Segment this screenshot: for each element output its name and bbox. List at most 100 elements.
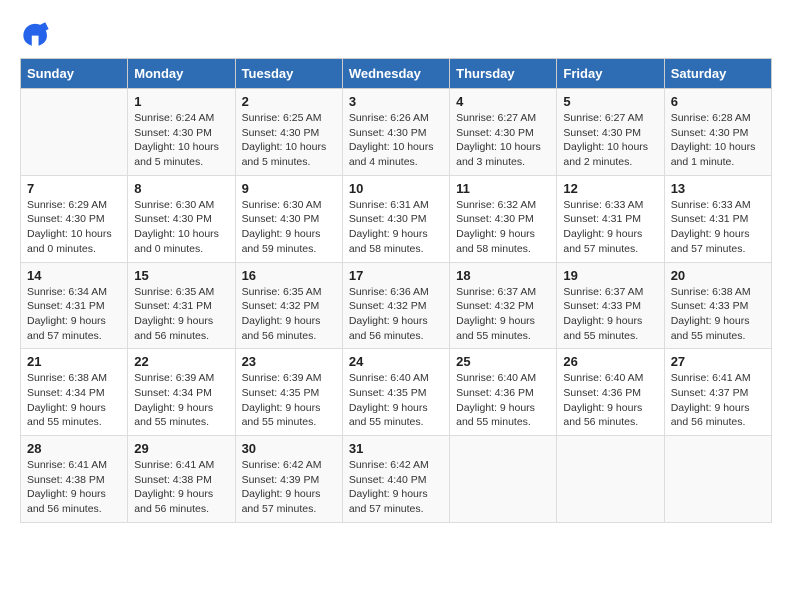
day-cell: 18Sunrise: 6:37 AM Sunset: 4:32 PM Dayli… [450,262,557,349]
day-info: Sunrise: 6:30 AM Sunset: 4:30 PM Dayligh… [134,198,228,257]
day-number: 24 [349,354,443,369]
day-cell: 26Sunrise: 6:40 AM Sunset: 4:36 PM Dayli… [557,349,664,436]
day-cell: 1 Sunrise: 6:24 AM Sunset: 4:30 PM Daylig… [128,89,235,176]
day-number: 20 [671,268,765,283]
header-day-saturday: Saturday [664,59,771,89]
day-info: Sunrise: 6:40 AM Sunset: 4:35 PM Dayligh… [349,371,443,430]
calendar-header: SundayMondayTuesdayWednesdayThursdayFrid… [21,59,772,89]
day-info: Sunrise: 6:40 AM Sunset: 4:36 PM Dayligh… [456,371,550,430]
day-cell: 15 Sunrise: 6:35 AM Sunset: 4:31 PM Dayli… [128,262,235,349]
day-cell: 30 Sunrise: 6:42 AM Sunset: 4:39 PM Dayli… [235,436,342,523]
day-cell: 6Sunrise: 6:28 AM Sunset: 4:30 PM Daylig… [664,89,771,176]
day-number: 13 [671,181,765,196]
logo [20,20,56,48]
day-number: 15 [134,268,228,283]
day-info: Sunrise: 6:36 AM Sunset: 4:32 PM Dayligh… [349,285,443,344]
day-cell: 4Sunrise: 6:27 AM Sunset: 4:30 PM Daylig… [450,89,557,176]
day-number: 8 [134,181,228,196]
day-number: 22 [134,354,228,369]
day-cell: 5Sunrise: 6:27 AM Sunset: 4:30 PM Daylig… [557,89,664,176]
day-number: 25 [456,354,550,369]
day-info: Sunrise: 6:33 AM Sunset: 4:31 PM Dayligh… [671,198,765,257]
day-cell: 10Sunrise: 6:31 AM Sunset: 4:30 PM Dayli… [342,175,449,262]
day-cell [450,436,557,523]
day-number: 16 [242,268,336,283]
day-number: 1 [134,94,228,109]
header-day-thursday: Thursday [450,59,557,89]
day-info: Sunrise: 6:32 AM Sunset: 4:30 PM Dayligh… [456,198,550,257]
day-cell: 3 Sunrise: 6:26 AM Sunset: 4:30 PM Daylig… [342,89,449,176]
week-row-2: 7 Sunrise: 6:29 AM Sunset: 4:30 PM Daylig… [21,175,772,262]
week-row-5: 28 Sunrise: 6:41 AM Sunset: 4:38 PM Dayli… [21,436,772,523]
day-info: Sunrise: 6:27 AM Sunset: 4:30 PM Dayligh… [563,111,657,170]
day-cell: 7 Sunrise: 6:29 AM Sunset: 4:30 PM Daylig… [21,175,128,262]
day-number: 29 [134,441,228,456]
day-cell: 9 Sunrise: 6:30 AM Sunset: 4:30 PM Daylig… [235,175,342,262]
day-info: Sunrise: 6:41 AM Sunset: 4:37 PM Dayligh… [671,371,765,430]
day-number: 28 [27,441,121,456]
day-cell: 23 Sunrise: 6:39 AM Sunset: 4:35 PM Dayli… [235,349,342,436]
day-cell: 2 Sunrise: 6:25 AM Sunset: 4:30 PM Daylig… [235,89,342,176]
day-info: Sunrise: 6:24 AM Sunset: 4:30 PM Dayligh… [134,111,228,170]
day-number: 14 [27,268,121,283]
day-number: 7 [27,181,121,196]
day-info: Sunrise: 6:35 AM Sunset: 4:32 PM Dayligh… [242,285,336,344]
header-day-sunday: Sunday [21,59,128,89]
day-info: Sunrise: 6:41 AM Sunset: 4:38 PM Dayligh… [27,458,121,517]
day-cell: 20 Sunrise: 6:38 AM Sunset: 4:33 PM Dayli… [664,262,771,349]
day-number: 19 [563,268,657,283]
week-row-4: 21Sunrise: 6:38 AM Sunset: 4:34 PM Dayli… [21,349,772,436]
day-cell [21,89,128,176]
day-cell: 27 Sunrise: 6:41 AM Sunset: 4:37 PM Dayli… [664,349,771,436]
day-info: Sunrise: 6:27 AM Sunset: 4:30 PM Dayligh… [456,111,550,170]
day-info: Sunrise: 6:39 AM Sunset: 4:35 PM Dayligh… [242,371,336,430]
day-cell: 29 Sunrise: 6:41 AM Sunset: 4:38 PM Dayli… [128,436,235,523]
page-header [20,20,772,48]
day-number: 3 [349,94,443,109]
day-number: 9 [242,181,336,196]
day-number: 30 [242,441,336,456]
day-number: 6 [671,94,765,109]
week-row-1: 1 Sunrise: 6:24 AM Sunset: 4:30 PM Daylig… [21,89,772,176]
day-info: Sunrise: 6:38 AM Sunset: 4:33 PM Dayligh… [671,285,765,344]
day-cell: 16 Sunrise: 6:35 AM Sunset: 4:32 PM Dayli… [235,262,342,349]
calendar-body: 1 Sunrise: 6:24 AM Sunset: 4:30 PM Daylig… [21,89,772,523]
day-info: Sunrise: 6:39 AM Sunset: 4:34 PM Dayligh… [134,371,228,430]
day-info: Sunrise: 6:31 AM Sunset: 4:30 PM Dayligh… [349,198,443,257]
day-cell: 19 Sunrise: 6:37 AM Sunset: 4:33 PM Dayli… [557,262,664,349]
day-info: Sunrise: 6:42 AM Sunset: 4:40 PM Dayligh… [349,458,443,517]
day-number: 26 [563,354,657,369]
header-day-monday: Monday [128,59,235,89]
day-info: Sunrise: 6:37 AM Sunset: 4:33 PM Dayligh… [563,285,657,344]
day-cell [664,436,771,523]
day-info: Sunrise: 6:42 AM Sunset: 4:39 PM Dayligh… [242,458,336,517]
day-number: 21 [27,354,121,369]
day-cell: 31 Sunrise: 6:42 AM Sunset: 4:40 PM Dayli… [342,436,449,523]
day-number: 31 [349,441,443,456]
day-info: Sunrise: 6:26 AM Sunset: 4:30 PM Dayligh… [349,111,443,170]
day-cell: 12Sunrise: 6:33 AM Sunset: 4:31 PM Dayli… [557,175,664,262]
day-info: Sunrise: 6:35 AM Sunset: 4:31 PM Dayligh… [134,285,228,344]
day-cell [557,436,664,523]
day-cell: 25 Sunrise: 6:40 AM Sunset: 4:36 PM Dayli… [450,349,557,436]
day-info: Sunrise: 6:41 AM Sunset: 4:38 PM Dayligh… [134,458,228,517]
day-info: Sunrise: 6:30 AM Sunset: 4:30 PM Dayligh… [242,198,336,257]
day-cell: 8 Sunrise: 6:30 AM Sunset: 4:30 PM Daylig… [128,175,235,262]
calendar: SundayMondayTuesdayWednesdayThursdayFrid… [20,58,772,523]
day-number: 2 [242,94,336,109]
day-cell: 11Sunrise: 6:32 AM Sunset: 4:30 PM Dayli… [450,175,557,262]
header-day-friday: Friday [557,59,664,89]
day-info: Sunrise: 6:29 AM Sunset: 4:30 PM Dayligh… [27,198,121,257]
day-cell: 22 Sunrise: 6:39 AM Sunset: 4:34 PM Dayli… [128,349,235,436]
day-number: 27 [671,354,765,369]
day-cell: 24 Sunrise: 6:40 AM Sunset: 4:35 PM Dayli… [342,349,449,436]
day-cell: 14Sunrise: 6:34 AM Sunset: 4:31 PM Dayli… [21,262,128,349]
day-number: 18 [456,268,550,283]
day-cell: 13 Sunrise: 6:33 AM Sunset: 4:31 PM Dayli… [664,175,771,262]
day-cell: 28 Sunrise: 6:41 AM Sunset: 4:38 PM Dayli… [21,436,128,523]
header-row: SundayMondayTuesdayWednesdayThursdayFrid… [21,59,772,89]
day-number: 12 [563,181,657,196]
day-number: 23 [242,354,336,369]
week-row-3: 14Sunrise: 6:34 AM Sunset: 4:31 PM Dayli… [21,262,772,349]
day-info: Sunrise: 6:25 AM Sunset: 4:30 PM Dayligh… [242,111,336,170]
